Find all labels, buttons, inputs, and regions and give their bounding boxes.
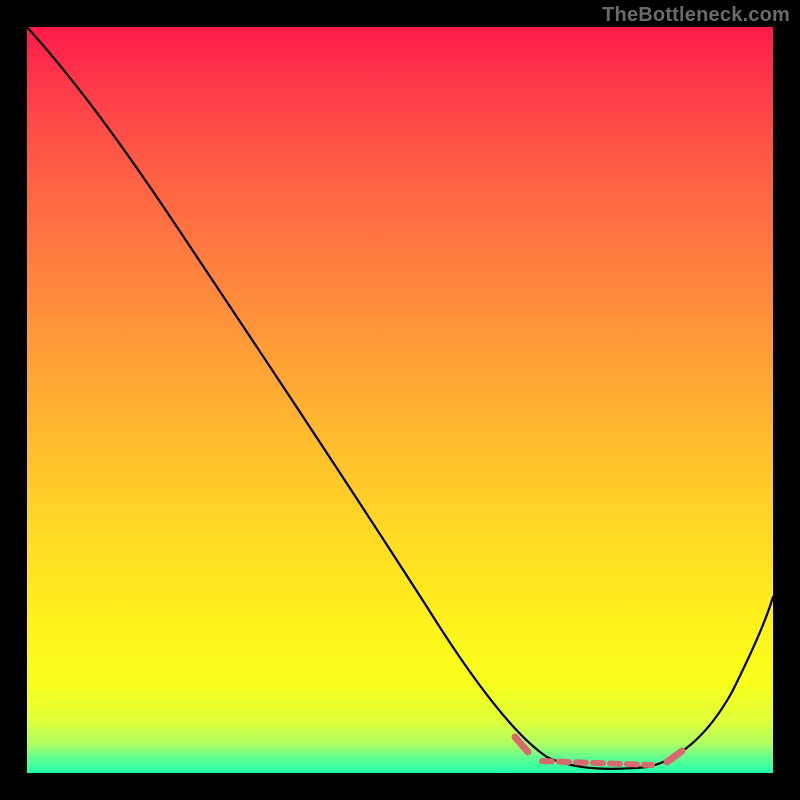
bottleneck-curve-svg — [27, 27, 773, 773]
bottleneck-curve — [27, 27, 773, 769]
watermark-text: TheBottleneck.com — [602, 4, 790, 27]
optimal-marker-dashes — [542, 761, 652, 765]
optimal-marker-right — [667, 751, 682, 762]
chart-area — [27, 27, 773, 773]
